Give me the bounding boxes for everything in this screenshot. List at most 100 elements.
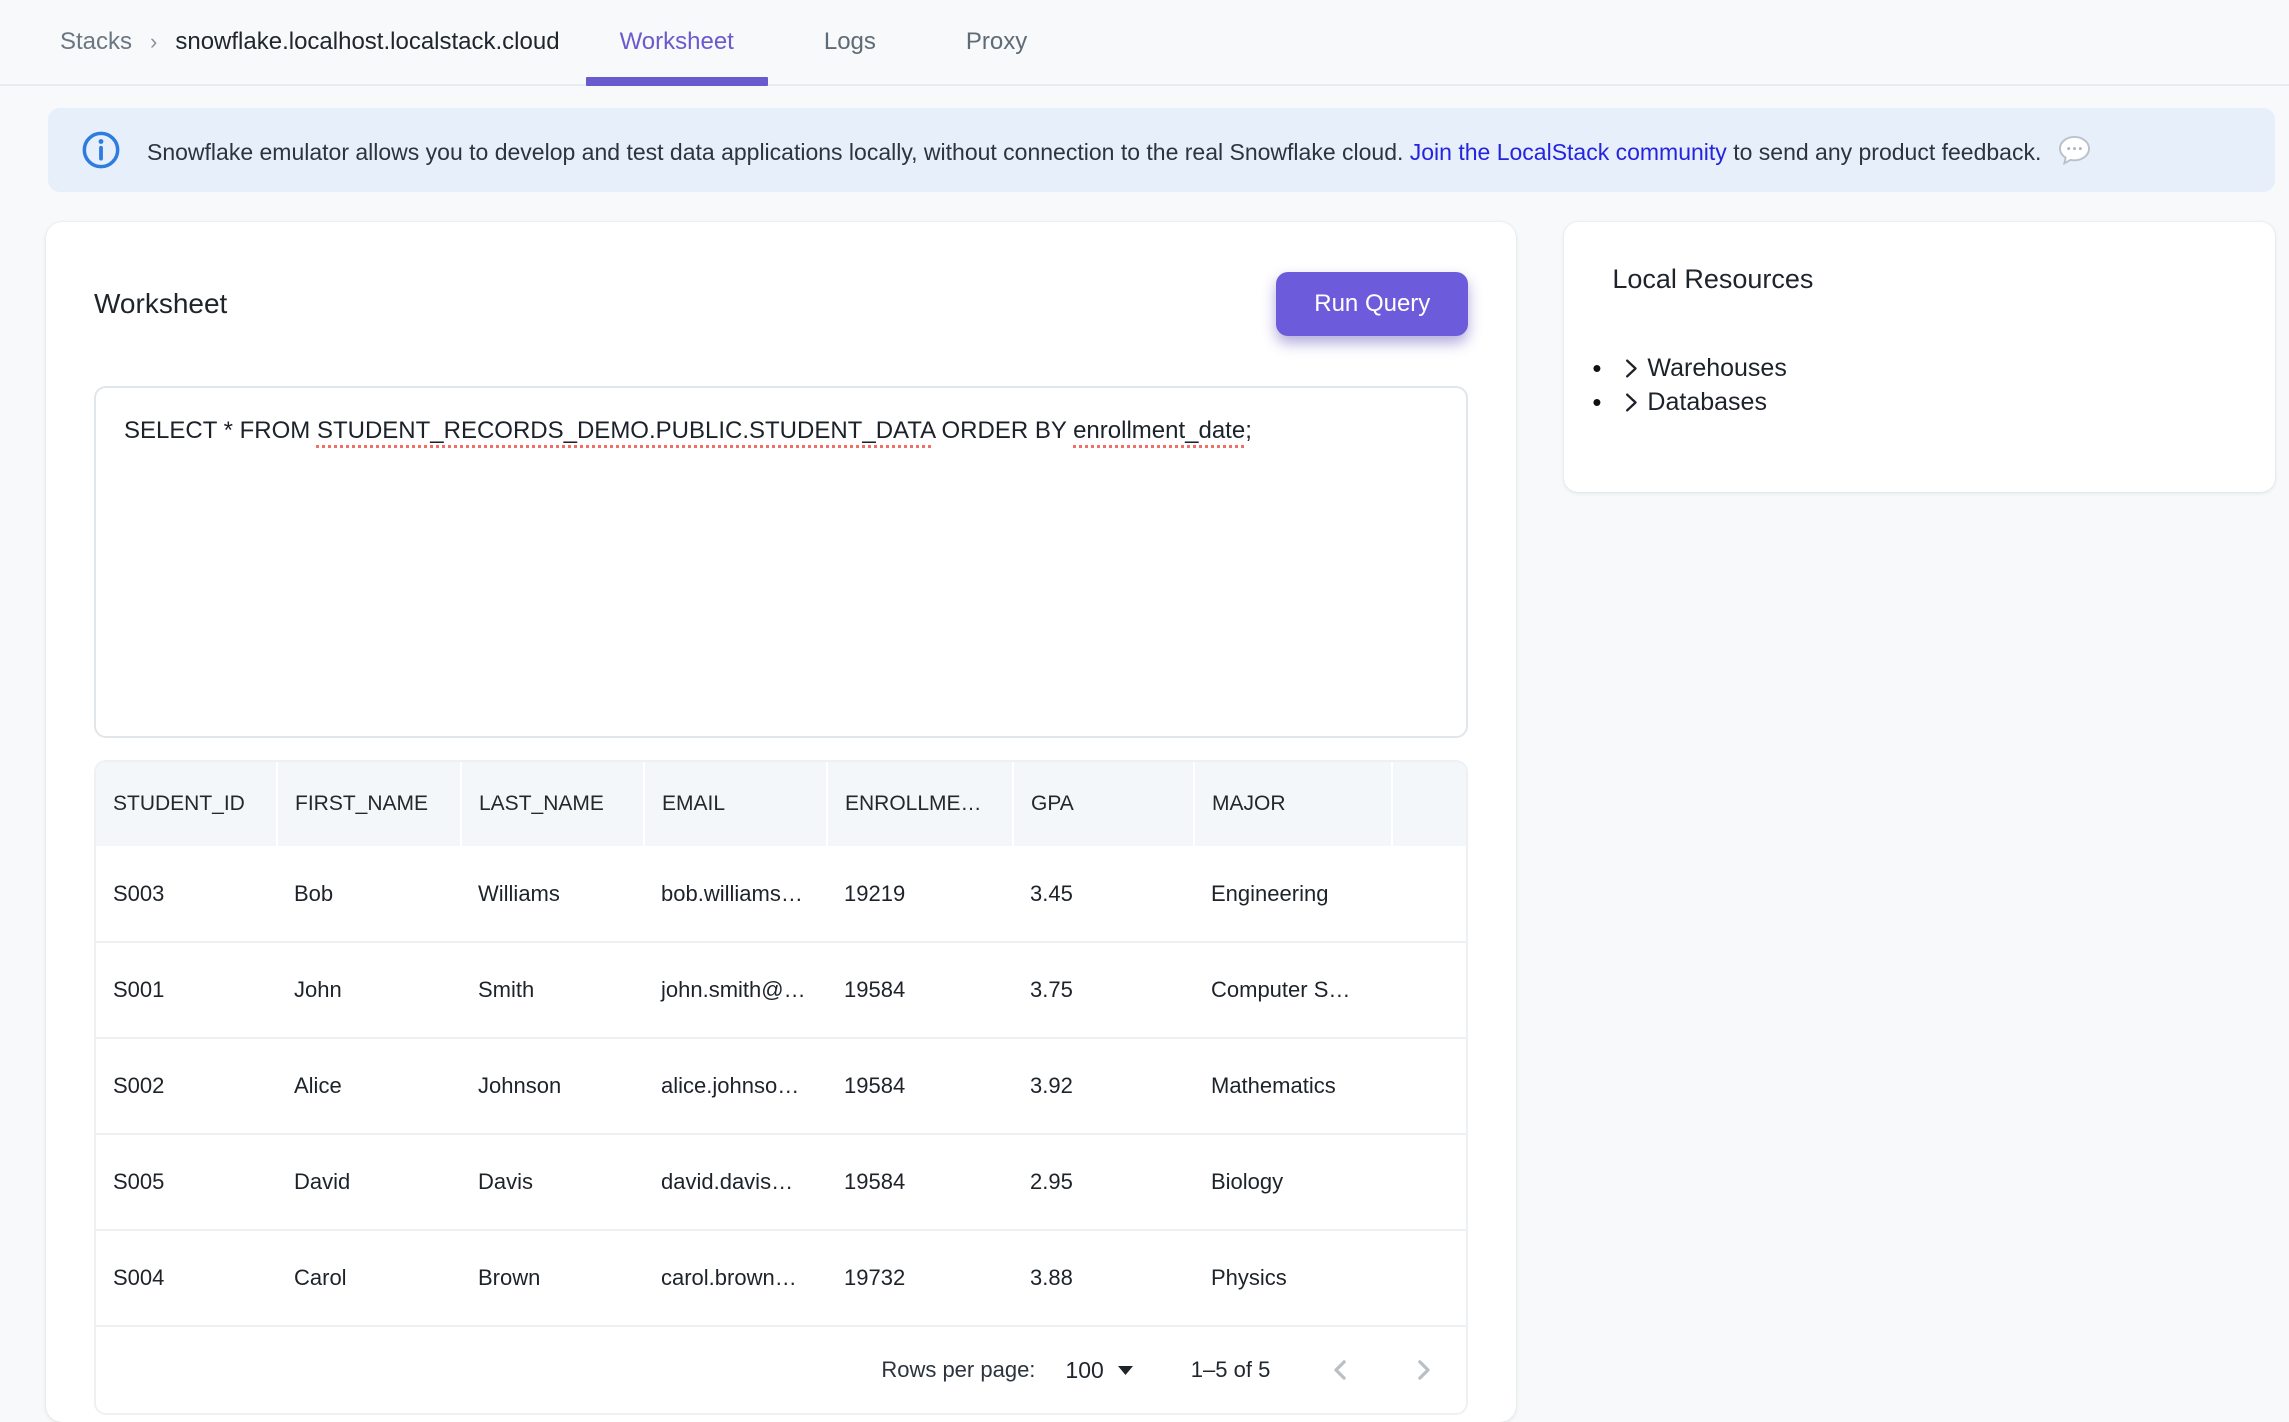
table-cell: carol.brown… bbox=[644, 1230, 827, 1326]
table-cell: Carol bbox=[277, 1230, 461, 1326]
table-cell: Engineering bbox=[1194, 846, 1392, 942]
chevron-right-icon bbox=[1617, 355, 1644, 382]
table-cell: alice.johnso… bbox=[644, 1038, 827, 1134]
column-header[interactable]: LAST_NAME bbox=[461, 762, 644, 846]
table-cell: john.smith@… bbox=[644, 942, 827, 1038]
table-row: S003BobWilliamsbob.williams…192193.45Eng… bbox=[96, 846, 1466, 942]
table-cell: 3.45 bbox=[1013, 846, 1194, 942]
local-resources-list: • Warehouses • Databases bbox=[1592, 351, 2227, 419]
local-resources-panel: Local Resources • Warehouses • Datab bbox=[1564, 222, 2275, 492]
table-cell-spacer bbox=[1392, 1038, 1466, 1134]
table-cell: S001 bbox=[96, 942, 277, 1038]
table-cell: 3.75 bbox=[1013, 942, 1194, 1038]
tab-logs[interactable]: Logs bbox=[790, 0, 910, 84]
column-header-spacer bbox=[1392, 762, 1466, 846]
chevron-right-icon bbox=[1617, 389, 1644, 416]
table-cell: Biology bbox=[1194, 1134, 1392, 1230]
breadcrumb-stacks-link[interactable]: Stacks bbox=[60, 28, 132, 56]
worksheet-title: Worksheet bbox=[94, 288, 227, 320]
sql-column-segment: enrollment_date bbox=[1073, 417, 1245, 444]
table-cell: Bob bbox=[277, 846, 461, 942]
previous-page-button[interactable] bbox=[1326, 1355, 1356, 1385]
table-cell: Computer S… bbox=[1194, 942, 1392, 1038]
table-cell-spacer bbox=[1392, 942, 1466, 1038]
table-cell: David bbox=[277, 1134, 461, 1230]
tree-item-databases[interactable]: • Databases bbox=[1592, 385, 2227, 419]
table-cell: 19584 bbox=[827, 1134, 1013, 1230]
table-row: S001JohnSmithjohn.smith@…195843.75Comput… bbox=[96, 942, 1466, 1038]
table-cell: Physics bbox=[1194, 1230, 1392, 1326]
breadcrumb-separator-icon: › bbox=[150, 29, 157, 55]
run-query-button[interactable]: Run Query bbox=[1276, 272, 1468, 336]
table-cell: 19732 bbox=[827, 1230, 1013, 1326]
rows-per-page-value: 100 bbox=[1065, 1357, 1103, 1384]
tab-label: Proxy bbox=[966, 28, 1027, 56]
speech-bubble-icon bbox=[2058, 135, 2091, 166]
sql-editor[interactable]: SELECT * FROM STUDENT_RECORDS_DEMO.PUBLI… bbox=[94, 386, 1468, 738]
table-row: S005DavidDavisdavid.davis…195842.95Biolo… bbox=[96, 1134, 1466, 1230]
tab-label: Worksheet bbox=[620, 28, 734, 56]
column-header[interactable]: GPA bbox=[1013, 762, 1194, 846]
tab-worksheet[interactable]: Worksheet bbox=[586, 0, 768, 84]
table-cell: 19584 bbox=[827, 942, 1013, 1038]
table-cell: david.davis… bbox=[644, 1134, 827, 1230]
table-cell: S003 bbox=[96, 846, 277, 942]
column-header[interactable]: MAJOR bbox=[1194, 762, 1392, 846]
sql-keyword-segment: SELECT * FROM bbox=[124, 417, 317, 444]
pagination-bar: Rows per page: 100 1–5 of 5 bbox=[96, 1327, 1466, 1413]
chevron-left-icon bbox=[1326, 1355, 1356, 1385]
breadcrumb-stack-name: snowflake.localhost.localstack.cloud bbox=[175, 28, 559, 56]
tree-item-label: Databases bbox=[1647, 385, 1767, 419]
table-cell: 19584 bbox=[827, 1038, 1013, 1134]
table-cell: S002 bbox=[96, 1038, 277, 1134]
chevron-down-icon bbox=[1118, 1366, 1133, 1375]
worksheet-panel: Worksheet Run Query SELECT * FROM STUDEN… bbox=[46, 222, 1516, 1422]
worksheet-header: Worksheet Run Query bbox=[94, 272, 1468, 336]
bullet-icon: • bbox=[1592, 385, 1601, 419]
table-cell-spacer bbox=[1392, 1134, 1466, 1230]
info-banner: Snowflake emulator allows you to develop… bbox=[48, 108, 2275, 192]
chevron-right-icon bbox=[1408, 1355, 1438, 1385]
table-cell: Smith bbox=[461, 942, 644, 1038]
table-cell: Davis bbox=[461, 1134, 644, 1230]
table-cell: 3.88 bbox=[1013, 1230, 1194, 1326]
sql-table-segment: STUDENT_RECORDS_DEMO.PUBLIC.STUDENT_DATA bbox=[317, 417, 935, 444]
table-row: S004CarolBrowncarol.brown…197323.88Physi… bbox=[96, 1230, 1466, 1326]
banner-community-link[interactable]: Join the LocalStack community bbox=[1410, 139, 1727, 165]
results-table: STUDENT_IDFIRST_NAMELAST_NAMEEMAILENROLL… bbox=[96, 762, 1466, 1327]
tab-bar: Worksheet Logs Proxy bbox=[586, 0, 1062, 84]
local-resources-title: Local Resources bbox=[1612, 264, 2227, 295]
results-header-row: STUDENT_IDFIRST_NAMELAST_NAMEEMAILENROLL… bbox=[96, 762, 1466, 846]
banner-text-after: to send any product feedback. bbox=[1727, 139, 2042, 165]
top-nav: Stacks › snowflake.localhost.localstack.… bbox=[0, 0, 2289, 86]
table-cell: John bbox=[277, 942, 461, 1038]
results-table-body: S003BobWilliamsbob.williams…192193.45Eng… bbox=[96, 846, 1466, 1326]
table-cell: Johnson bbox=[461, 1038, 644, 1134]
table-cell: 19219 bbox=[827, 846, 1013, 942]
table-cell: Alice bbox=[277, 1038, 461, 1134]
table-cell-spacer bbox=[1392, 1230, 1466, 1326]
table-cell: Brown bbox=[461, 1230, 644, 1326]
sql-terminator-segment: ; bbox=[1245, 417, 1252, 444]
sql-orderby-segment: ORDER BY bbox=[935, 417, 1073, 444]
tree-item-warehouses[interactable]: • Warehouses bbox=[1592, 351, 2227, 385]
table-cell: 3.92 bbox=[1013, 1038, 1194, 1134]
rows-per-page-label: Rows per page: bbox=[881, 1357, 1035, 1383]
main-content: Worksheet Run Query SELECT * FROM STUDEN… bbox=[46, 222, 2275, 1422]
table-cell-spacer bbox=[1392, 846, 1466, 942]
table-row: S002AliceJohnsonalice.johnso…195843.92Ma… bbox=[96, 1038, 1466, 1134]
tab-label: Logs bbox=[824, 28, 876, 56]
table-cell: 2.95 bbox=[1013, 1134, 1194, 1230]
tab-proxy[interactable]: Proxy bbox=[932, 0, 1061, 84]
next-page-button[interactable] bbox=[1408, 1355, 1438, 1385]
column-header[interactable]: ENROLLME… bbox=[827, 762, 1013, 846]
column-header[interactable]: STUDENT_ID bbox=[96, 762, 277, 846]
column-header[interactable]: FIRST_NAME bbox=[277, 762, 461, 846]
results-container: STUDENT_IDFIRST_NAMELAST_NAMEEMAILENROLL… bbox=[94, 760, 1468, 1415]
info-icon bbox=[81, 130, 121, 170]
table-cell: bob.williams… bbox=[644, 846, 827, 942]
pagination-range-text: 1–5 of 5 bbox=[1191, 1357, 1271, 1383]
banner-text-before: Snowflake emulator allows you to develop… bbox=[147, 139, 1410, 165]
rows-per-page-select[interactable]: 100 bbox=[1065, 1357, 1132, 1384]
column-header[interactable]: EMAIL bbox=[644, 762, 827, 846]
